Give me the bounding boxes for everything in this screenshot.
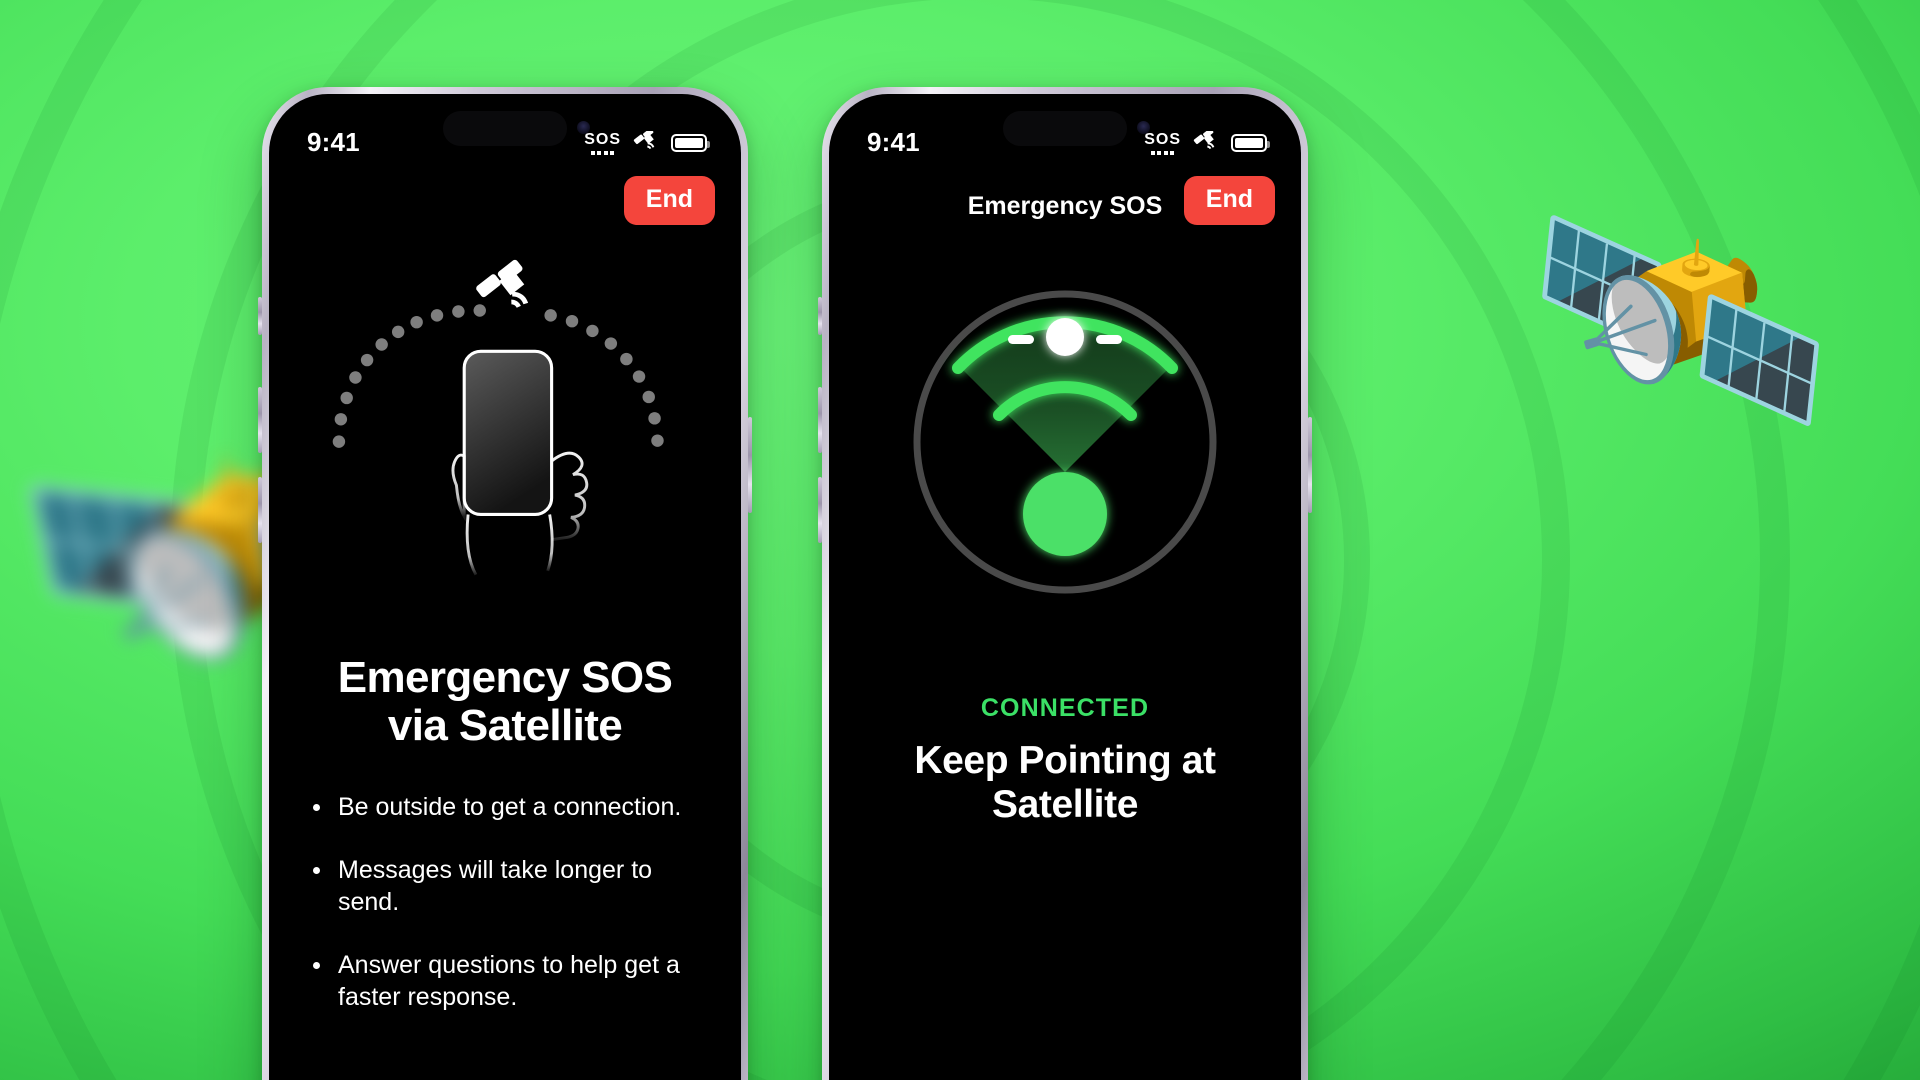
end-button-right[interactable]: End bbox=[1183, 176, 1275, 225]
satellite-marker-dash-right bbox=[1096, 335, 1122, 344]
bullet-dot-icon bbox=[313, 804, 320, 812]
signal-dots-icon bbox=[590, 150, 615, 155]
sos-indicator: SOS bbox=[584, 130, 621, 155]
status-time: 9:41 bbox=[867, 126, 920, 157]
battery-icon bbox=[1231, 134, 1270, 152]
status-bar-left: 9:41 SOS bbox=[269, 94, 741, 168]
screenshot-root: 🛰️ 9:41 SOS End Emergency SOS via Satell… bbox=[0, 0, 1920, 1080]
face-id-sensor-icon bbox=[1137, 121, 1150, 134]
bullet-dot-icon bbox=[313, 961, 320, 969]
list-item: Answer questions to help get a faster re… bbox=[313, 949, 707, 1014]
volume-up-button[interactable] bbox=[818, 387, 822, 453]
satellite-icon bbox=[476, 259, 529, 308]
connection-status-block: CONNECTED Keep Pointing at Satellite bbox=[829, 694, 1301, 826]
headline-line-2: via Satellite bbox=[387, 700, 623, 750]
power-button[interactable] bbox=[748, 417, 752, 513]
satellite-radar bbox=[895, 272, 1235, 612]
dynamic-island bbox=[443, 111, 567, 146]
iphone-right-screen: 9:41 SOS Emergency SOS End CONNECTED Kee… bbox=[829, 94, 1301, 1080]
iphone-left: 9:41 SOS End Emergency SOS via Satellite… bbox=[258, 87, 752, 1080]
list-item-label: Be outside to get a connection. bbox=[338, 793, 682, 822]
tips-list: Be outside to get a connection. Messages… bbox=[303, 791, 707, 1014]
mute-switch[interactable] bbox=[818, 297, 822, 335]
battery-icon bbox=[671, 134, 710, 152]
list-item: Messages will take longer to send. bbox=[313, 854, 707, 919]
volume-down-button[interactable] bbox=[818, 477, 822, 543]
status-badge: CONNECTED bbox=[980, 694, 1150, 722]
hand-holding-phone bbox=[451, 349, 589, 576]
list-item: Be outside to get a connection. bbox=[313, 791, 707, 824]
status-satellite-icon bbox=[1192, 128, 1220, 155]
power-button[interactable] bbox=[1308, 417, 1312, 513]
dynamic-island bbox=[1003, 111, 1127, 146]
list-item-label: Answer questions to help get a faster re… bbox=[338, 950, 680, 1012]
mute-switch[interactable] bbox=[258, 297, 262, 335]
satellite-marker-dot bbox=[1046, 318, 1084, 356]
pointing-illustration bbox=[269, 234, 741, 624]
volume-down-button[interactable] bbox=[258, 477, 262, 543]
satellite-decoration-right-icon: 🛰️ bbox=[1515, 169, 1846, 470]
left-copy-block: Emergency SOS via Satellite Be outside t… bbox=[269, 654, 741, 1044]
headline-line-1: Emergency SOS bbox=[337, 653, 673, 702]
face-id-sensor-icon bbox=[577, 121, 590, 134]
status-bar-right: 9:41 SOS bbox=[829, 94, 1301, 168]
device-marker-dot bbox=[1023, 472, 1107, 556]
status-satellite-icon bbox=[632, 128, 660, 155]
status-time: 9:41 bbox=[307, 126, 360, 157]
iphone-right: 9:41 SOS Emergency SOS End CONNECTED Kee… bbox=[818, 87, 1312, 1080]
instruction-line-1: Keep Pointing at bbox=[914, 739, 1216, 782]
sos-label: SOS bbox=[584, 130, 621, 148]
iphone-left-screen: 9:41 SOS End Emergency SOS via Satellite… bbox=[269, 94, 741, 1080]
instruction-text: Keep Pointing at Satellite bbox=[859, 739, 1271, 826]
sos-indicator: SOS bbox=[1144, 130, 1181, 155]
signal-dots-icon bbox=[1150, 150, 1175, 155]
instruction-line-2: Satellite bbox=[992, 782, 1138, 826]
volume-up-button[interactable] bbox=[258, 387, 262, 453]
bullet-dot-icon bbox=[313, 866, 320, 874]
satellite-marker-dash-left bbox=[1008, 335, 1034, 344]
headline: Emergency SOS via Satellite bbox=[303, 654, 707, 749]
list-item-label: Messages will take longer to send. bbox=[338, 855, 653, 917]
nav-title-right: Emergency SOS bbox=[967, 191, 1163, 220]
end-button-left[interactable]: End bbox=[623, 176, 715, 225]
sos-label: SOS bbox=[1144, 130, 1181, 148]
